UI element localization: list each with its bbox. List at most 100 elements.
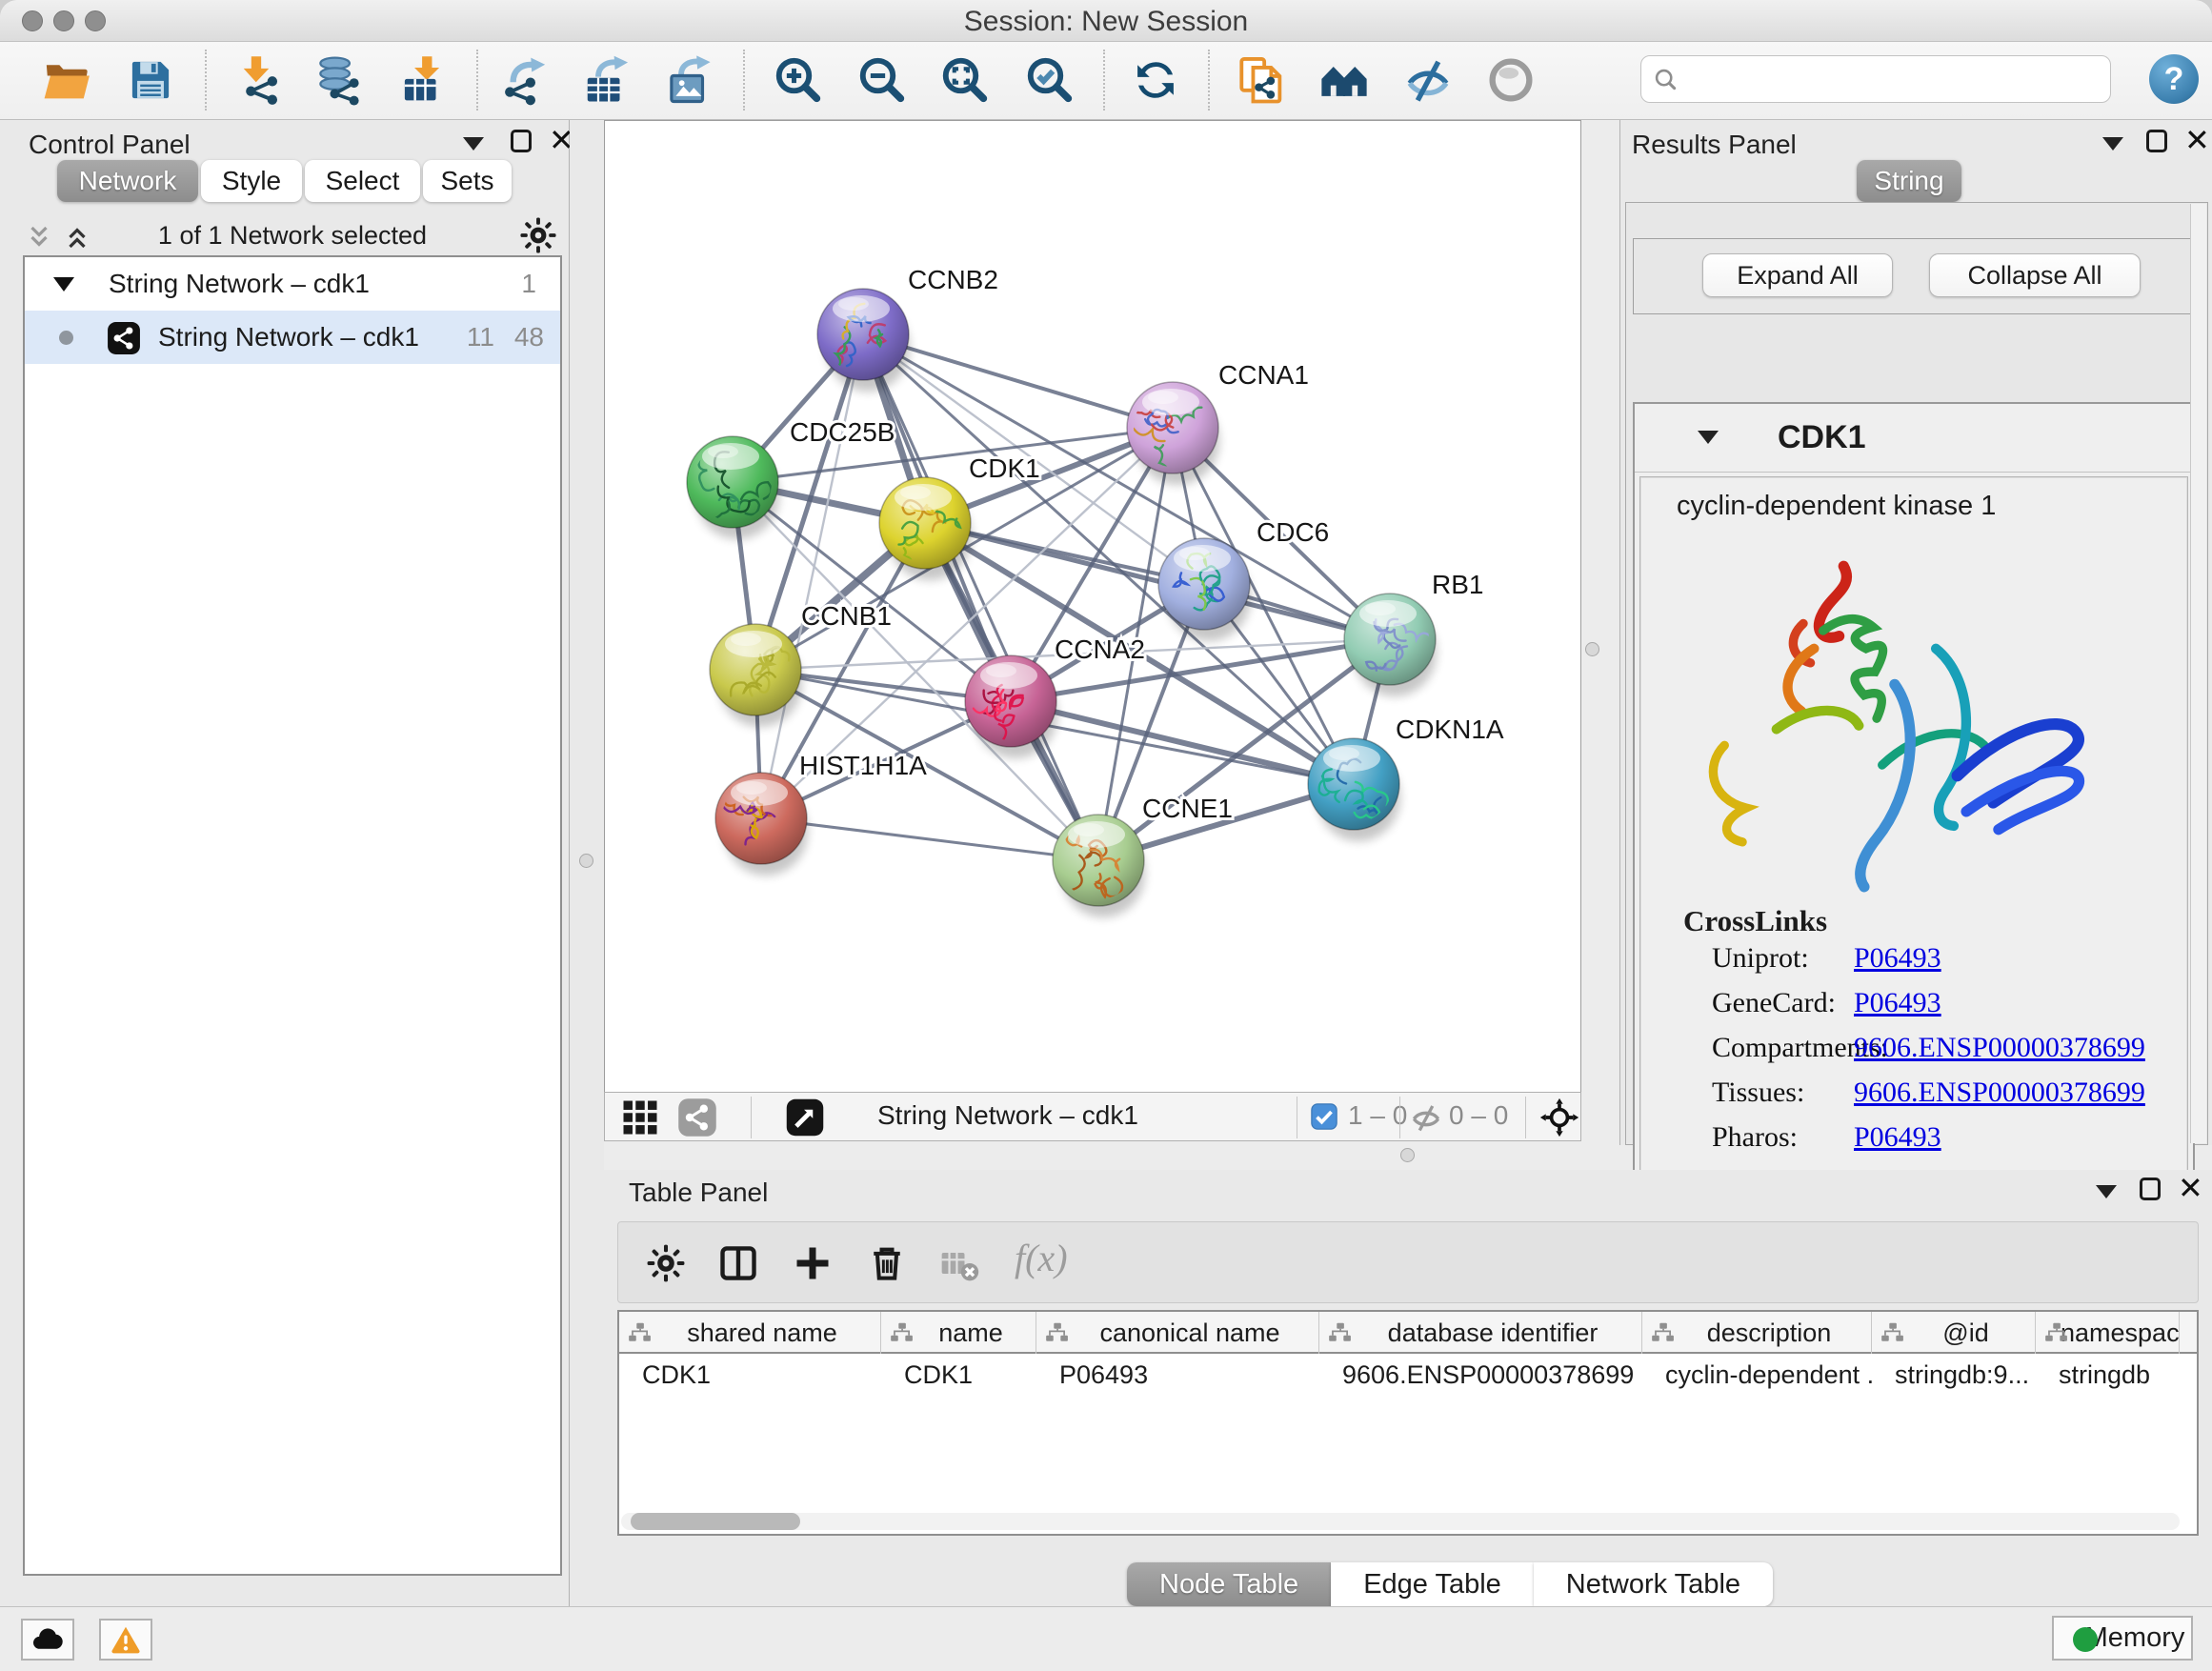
column-header-database-identifier[interactable]: database identifier — [1319, 1312, 1642, 1354]
refresh-icon[interactable] — [1130, 54, 1181, 106]
tab-style[interactable]: Style — [201, 160, 302, 202]
memory-button[interactable]: Memory — [2052, 1616, 2193, 1661]
cloud-button[interactable] — [21, 1619, 74, 1661]
column-header-name[interactable]: name — [881, 1312, 1036, 1354]
export-image-icon[interactable] — [664, 54, 715, 106]
left-splitter[interactable] — [570, 120, 604, 1606]
panel-menu-caret-icon[interactable] — [463, 137, 484, 151]
node-CDK1[interactable] — [879, 477, 972, 581]
search-field[interactable] — [1640, 55, 2111, 103]
network-canvas[interactable]: CCNB2CCNA1CDC25BCDK1CDC6RB1CCNB1CCNA2CDK… — [604, 120, 1581, 1092]
hide-selected-icon[interactable] — [1402, 54, 1454, 106]
node-CDC25B[interactable] — [687, 436, 779, 539]
node-HIST1H1A[interactable] — [714, 773, 808, 876]
column-header-description[interactable]: description — [1642, 1312, 1872, 1354]
crosslink-link[interactable]: P06493 — [1854, 942, 1941, 975]
import-table-file-icon[interactable] — [397, 54, 449, 106]
edge-CCNB2-HIST1H1A[interactable] — [761, 334, 863, 818]
network-icon-gray[interactable] — [677, 1097, 717, 1137]
edge-CCNB2-CCNE1[interactable] — [863, 334, 1098, 860]
gear-icon[interactable] — [518, 215, 558, 255]
clone-network-icon[interactable] — [1236, 54, 1287, 106]
tab-network-table[interactable]: Network Table — [1534, 1562, 1773, 1606]
section-collapse-icon[interactable] — [1698, 431, 1719, 444]
window-title: Session: New Session — [0, 6, 2212, 38]
node-RB1[interactable] — [1344, 594, 1437, 696]
node-CDC6[interactable] — [1158, 538, 1251, 641]
show-all-icon[interactable] — [1485, 54, 1537, 106]
tab-network[interactable]: Network — [57, 160, 198, 202]
export-network-icon[interactable] — [499, 54, 551, 106]
grid-view-icon[interactable] — [620, 1097, 660, 1137]
node-CDKN1A[interactable] — [1308, 738, 1400, 841]
save-session-icon[interactable] — [125, 54, 176, 106]
crosslink-link[interactable]: P06493 — [1854, 987, 1941, 1019]
tab-select[interactable]: Select — [305, 160, 420, 202]
open-session-icon[interactable] — [41, 54, 92, 106]
hidden-eye-icon[interactable] — [1409, 1100, 1443, 1135]
delete-column-icon[interactable] — [866, 1242, 908, 1284]
control-panel: Control Panel ✕ NetworkStyleSelectSets 1… — [0, 120, 570, 1606]
crosslink-link[interactable]: P06493 — [1854, 1121, 1941, 1154]
network-row[interactable]: String Network – cdk1 11 48 — [25, 311, 560, 364]
network-collection-row[interactable]: String Network – cdk1 1 — [25, 257, 560, 311]
panel-close-icon[interactable]: ✕ — [2178, 1176, 2203, 1200]
zoom-fit-icon[interactable] — [939, 54, 991, 106]
panel-float-icon[interactable] — [511, 130, 532, 152]
tree-expand-icon[interactable] — [53, 277, 74, 292]
panel-float-icon[interactable] — [2146, 130, 2167, 152]
panel-menu-caret-icon[interactable] — [2096, 1185, 2117, 1198]
first-neighbors-icon[interactable] — [1318, 54, 1370, 106]
panel-menu-caret-icon[interactable] — [2102, 137, 2123, 151]
export-table-icon[interactable] — [581, 54, 633, 106]
column-header-canonical-name[interactable]: canonical name — [1036, 1312, 1319, 1354]
panel-close-icon[interactable]: ✕ — [2184, 128, 2210, 152]
panel-float-icon[interactable] — [2140, 1178, 2161, 1200]
warnings-button[interactable] — [99, 1619, 152, 1661]
tab-sets[interactable]: Sets — [423, 160, 512, 202]
control-panel-title: Control Panel — [29, 130, 191, 160]
string-network-icon — [107, 320, 141, 354]
footer-separator — [1525, 1097, 1526, 1138]
import-network-database-icon[interactable] — [312, 54, 364, 106]
node-CCNB2[interactable] — [817, 289, 910, 392]
node-CCNB1[interactable] — [710, 624, 802, 727]
table-hscrollbar-thumb[interactable] — [631, 1513, 800, 1530]
crosslink-link[interactable]: 9606.ENSP00000378699 — [1854, 1032, 2145, 1064]
footer-separator — [1399, 1097, 1400, 1138]
column-header-shared-name[interactable]: shared name — [619, 1312, 881, 1354]
node-table: shared namenamecanonical namedatabase id… — [617, 1310, 2199, 1536]
birds-eye-toggle-icon[interactable] — [1538, 1097, 1580, 1138]
node-CCNE1[interactable] — [1053, 815, 1145, 917]
selected-checkbox-icon[interactable] — [1310, 1102, 1338, 1131]
crosslink-link[interactable]: 9606.ENSP00000378699 — [1854, 1077, 2145, 1109]
zoom-selected-icon[interactable] — [1024, 54, 1076, 106]
protein-section-header[interactable]: CDK1 — [1635, 404, 2193, 473]
zoom-in-icon[interactable] — [773, 54, 824, 106]
add-column-icon[interactable] — [792, 1242, 834, 1284]
results-panel-title: Results Panel — [1632, 130, 1797, 160]
tab-edge-table[interactable]: Edge Table — [1331, 1562, 1534, 1606]
control-panel-tabs: NetworkStyleSelectSets — [57, 160, 512, 202]
expand-all-button[interactable]: Expand All — [1702, 253, 1893, 297]
table-gear-icon[interactable] — [645, 1242, 687, 1284]
edge-count: 48 — [514, 311, 544, 364]
zoom-out-icon[interactable] — [856, 54, 908, 106]
tab-node-table[interactable]: Node Table — [1127, 1562, 1331, 1606]
open-in-window-icon[interactable] — [784, 1097, 826, 1138]
table-row[interactable]: CDK1CDK1P064939606.ENSP00000378699cyclin… — [619, 1354, 2197, 1396]
edge-CCNE1-HIST1H1A[interactable] — [761, 818, 1098, 860]
tab-string[interactable]: String — [1857, 160, 1961, 202]
column-header--id[interactable]: @id — [1872, 1312, 2036, 1354]
import-network-file-icon[interactable] — [232, 54, 284, 106]
node-CCNA1[interactable] — [1127, 382, 1219, 485]
search-icon — [1653, 67, 1679, 93]
search-input[interactable] — [1687, 60, 2097, 98]
results-scrollbar[interactable] — [2190, 204, 2206, 1143]
column-header-namespac[interactable]: namespac — [2036, 1312, 2180, 1354]
help-icon[interactable]: ? — [2149, 54, 2199, 104]
collapse-all-button[interactable]: Collapse All — [1929, 253, 2141, 297]
right-splitter[interactable] — [1582, 120, 1619, 1145]
select-columns-icon[interactable] — [717, 1242, 759, 1284]
node-CCNA2[interactable] — [965, 655, 1057, 758]
